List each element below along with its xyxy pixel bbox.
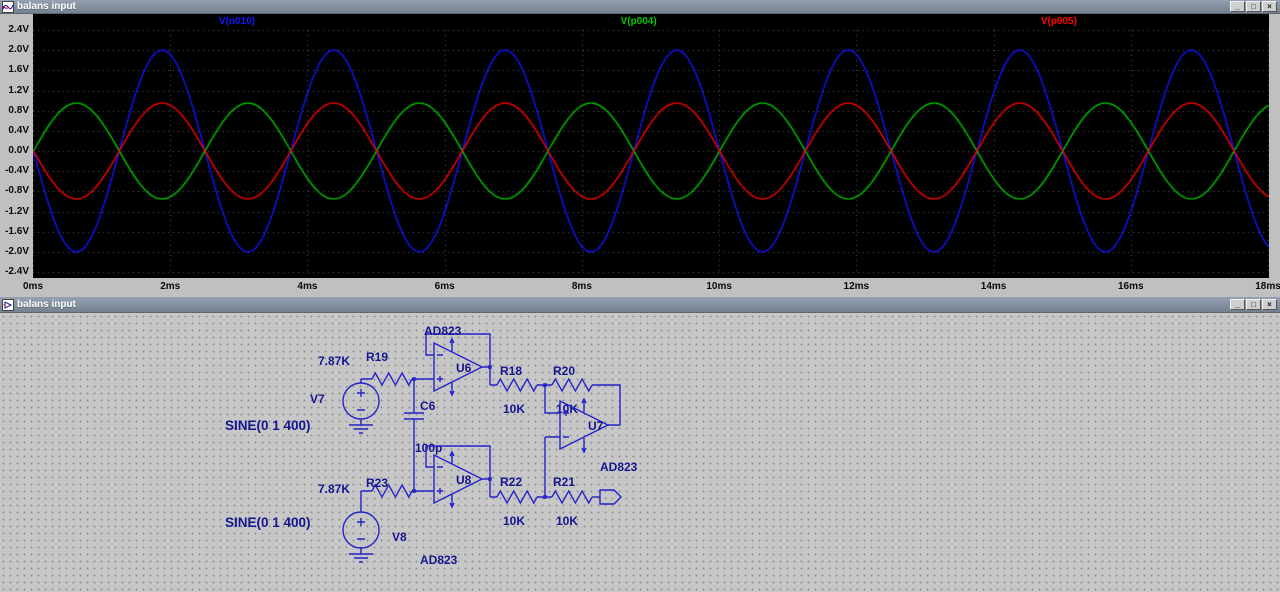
component-value[interactable]: 7.87K: [318, 354, 350, 368]
component-ref[interactable]: U6: [456, 361, 472, 375]
component-ref[interactable]: R19: [366, 350, 388, 364]
x-axis-tick: 16ms: [1117, 281, 1144, 292]
component-value[interactable]: 10K: [556, 514, 578, 528]
component-value[interactable]: 10K: [503, 514, 525, 528]
component-ref[interactable]: U7: [588, 419, 604, 433]
x-axis-tick: 10ms: [706, 281, 732, 292]
component-ref[interactable]: R18: [500, 364, 522, 378]
component-ref[interactable]: V8: [392, 530, 407, 544]
y-axis-tick: -0.8V: [5, 185, 29, 197]
waveform-window: balans input _ □ × V(n010) V(p004) V(p005)…: [0, 0, 1280, 297]
y-axis-tick: 2.4V: [8, 24, 29, 35]
y-axis-labels: 2.4V 2.0V 1.6V 1.2V 0.8V 0.4V 0.0V -0.4V -0.8V -1…: [0, 14, 31, 278]
window-title: balans input: [17, 1, 76, 12]
resistor-R23[interactable]: R23 7.87K: [318, 476, 434, 498]
y-axis-tick: -2.0V: [5, 245, 29, 257]
x-axis-tick: 2ms: [160, 281, 181, 292]
resistor-R21[interactable]: R21 10K: [551, 475, 600, 528]
close-button[interactable]: ×: [1262, 299, 1277, 310]
x-axis-labels: 0ms 2ms 4ms 6ms 8ms 10ms 12ms 14ms 16ms 18ms: [0, 277, 1280, 297]
component-value[interactable]: SINE(0 1 400): [225, 515, 311, 530]
x-axis-tick: 0ms: [22, 281, 44, 292]
y-axis-tick: -0.4V: [5, 165, 29, 177]
resistor-R18[interactable]: R18 10K: [490, 364, 552, 416]
plot-pane: V(n010) V(p004) V(p005) 2.4V 2.0V 1.6V 1.2V 0.…: [0, 14, 1280, 297]
schematic-window-icon: [2, 298, 14, 311]
schematic-window: balans input _ □ × V7 SINE(0 1 400) R19 …: [0, 297, 1280, 592]
component-value[interactable]: 10K: [503, 402, 525, 416]
close-button[interactable]: ×: [1262, 1, 1277, 12]
waveform-plot[interactable]: [33, 14, 1269, 278]
component-ref[interactable]: R22: [500, 475, 522, 489]
component-ref[interactable]: R21: [553, 475, 575, 489]
ground-icon[interactable]: [349, 424, 373, 434]
y-axis-tick: 1.6V: [8, 64, 29, 76]
schematic-pane: V7 SINE(0 1 400) R19 7.87K U6 AD823 C6 1…: [0, 313, 1280, 592]
component-value[interactable]: SINE(0 1 400): [225, 418, 311, 433]
x-axis-tick: 4ms: [297, 281, 318, 292]
minimize-button[interactable]: _: [1230, 1, 1245, 12]
component-value[interactable]: 100p: [415, 441, 442, 455]
y-axis-tick: 1.2V: [8, 84, 29, 96]
y-axis-tick: 0.8V: [8, 104, 29, 116]
x-axis-tick: 6ms: [434, 281, 455, 292]
component-value[interactable]: 7.87K: [318, 482, 350, 496]
component-ref[interactable]: U8: [456, 473, 472, 487]
y-axis-tick: -1.6V: [5, 225, 29, 237]
opamp-U6[interactable]: U6 AD823: [424, 324, 491, 397]
window-title: balans input: [17, 299, 76, 310]
schematic-window-titlebar[interactable]: balans input _ □ ×: [0, 297, 1280, 313]
maximize-button[interactable]: □: [1246, 299, 1261, 310]
x-axis-tick: 8ms: [571, 281, 592, 292]
x-axis-tick: 18ms: [1255, 281, 1280, 292]
x-axis-tick: 12ms: [843, 281, 870, 292]
waveform-window-titlebar[interactable]: balans input _ □ ×: [0, 0, 1280, 14]
y-axis-tick: -2.4V: [5, 266, 29, 277]
resistor-R22[interactable]: R22 10K: [490, 475, 552, 528]
opamp-U8[interactable]: U8 AD823: [420, 445, 491, 567]
waveform-window-icon: [2, 0, 14, 13]
component-part[interactable]: AD823: [420, 553, 458, 567]
x-axis-tick: 14ms: [980, 281, 1007, 292]
component-ref[interactable]: R20: [553, 364, 575, 378]
y-axis-tick: 0.4V: [8, 124, 29, 136]
component-part[interactable]: AD823: [424, 324, 462, 338]
component-ref[interactable]: V7: [310, 392, 325, 406]
output-port[interactable]: [599, 489, 622, 505]
component-part[interactable]: AD823: [600, 460, 638, 474]
voltage-source-V8[interactable]: V8 SINE(0 1 400): [225, 491, 407, 554]
component-ref[interactable]: R23: [366, 476, 388, 490]
schematic-canvas[interactable]: V7 SINE(0 1 400) R19 7.87K U6 AD823 C6 1…: [0, 313, 1280, 592]
resistor-R19[interactable]: R19 7.87K: [318, 350, 434, 386]
y-axis-tick: -1.2V: [5, 205, 29, 217]
capacitor-C6[interactable]: C6 100p: [404, 379, 442, 491]
component-ref[interactable]: C6: [420, 399, 436, 413]
junction-dots: [412, 365, 547, 499]
minimize-button[interactable]: _: [1230, 299, 1245, 310]
y-axis-tick: 0.0V: [8, 145, 29, 156]
maximize-button[interactable]: □: [1246, 1, 1261, 12]
resistor-R20[interactable]: R20 10K: [551, 364, 621, 426]
y-axis-tick: 2.0V: [8, 44, 29, 56]
ground-icon[interactable]: [349, 553, 373, 563]
